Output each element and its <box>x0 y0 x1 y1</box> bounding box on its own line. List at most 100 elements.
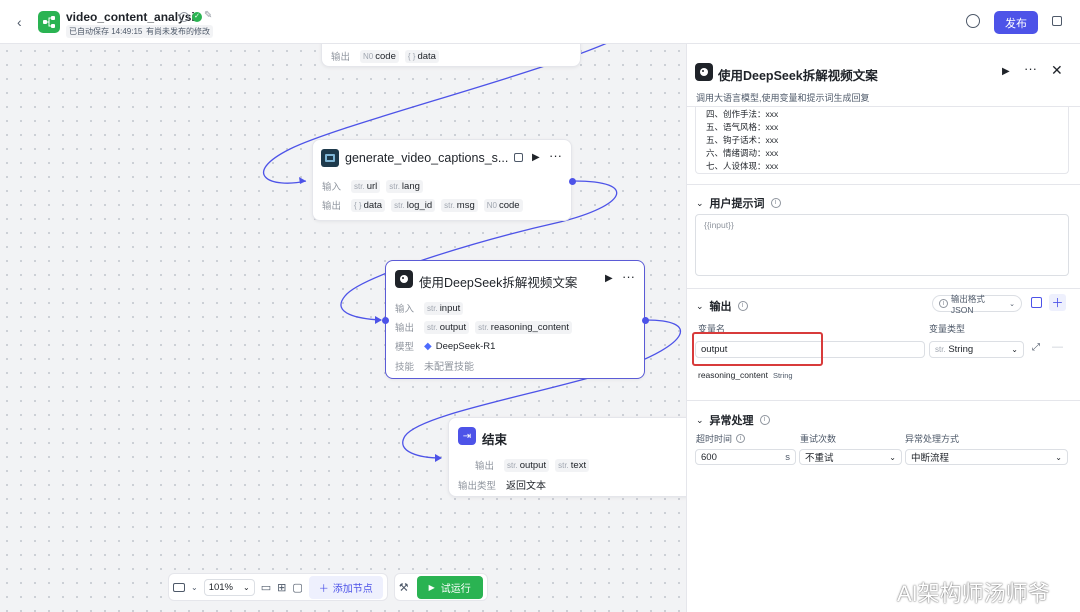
divider <box>687 400 1080 401</box>
more-icon[interactable]: ··· <box>549 148 562 163</box>
run-icon[interactable]: ▶ <box>532 152 540 163</box>
deepseek-icon <box>395 270 413 288</box>
output-label: 输出 <box>331 52 351 63</box>
debug-icon[interactable]: ⚒ <box>399 581 409 594</box>
exception-section-title[interactable]: ⌄ 异常处理 i <box>696 412 770 428</box>
add-node-button[interactable]: ＋添加节点 <box>308 575 383 599</box>
play-icon: ▶ <box>428 582 435 592</box>
node-config-panel: 使用DeepSeek拆解视频文案 ▶ ··· ✕ 调用大语言模型,使用变量和提示… <box>686 44 1080 612</box>
panel-run-icon[interactable]: ▶ <box>1002 66 1010 77</box>
user-prompt-input[interactable]: {{input}} <box>695 214 1069 276</box>
info-icon[interactable]: i <box>737 301 748 311</box>
output-label: 输出 <box>395 323 415 334</box>
output-format-select[interactable]: i 输出格式JSON ⌄ <box>932 294 1022 315</box>
output-port[interactable] <box>642 317 649 324</box>
output-section-title[interactable]: ⌄ 输出 i <box>696 298 748 314</box>
history-icon[interactable] <box>966 14 980 28</box>
var-type-label: 变量类型 <box>929 324 966 334</box>
save-icon[interactable] <box>514 153 523 162</box>
node-title: 结束 <box>482 433 508 447</box>
info-icon[interactable]: i <box>759 415 770 425</box>
plugin-icon <box>321 149 339 167</box>
divider <box>687 288 1080 289</box>
panel-more-icon[interactable]: ··· <box>1024 61 1037 76</box>
section-label: 输出 <box>709 301 732 313</box>
prompt-line: 五、语气风格：xxx <box>706 122 779 132</box>
retry-label: 重试次数 <box>800 434 837 444</box>
output-var: { } data <box>351 198 386 212</box>
section-label: 用户提示词 <box>709 198 765 210</box>
output-label: 输出 <box>475 461 495 472</box>
skill-label: 技能 <box>395 361 415 373</box>
section-label: 异常处理 <box>709 415 754 427</box>
reasoning-type: String <box>772 370 793 380</box>
note-icon[interactable]: ▢ <box>292 581 302 594</box>
unpublished-badge: 有尚未发布的修改 <box>143 25 213 38</box>
model-name: DeepSeek-R1 <box>435 340 496 352</box>
node-title: 使用DeepSeek拆解视频文案 <box>419 276 578 290</box>
output-type-label: 输出类型 <box>458 480 497 492</box>
chevron-down-icon[interactable]: ⌄ <box>191 583 198 592</box>
user-prompt-section-title[interactable]: ⌄ 用户提示词 i <box>696 195 781 211</box>
expand-icon[interactable]: ⤢ <box>1032 342 1040 353</box>
input-var: str. url <box>351 179 381 193</box>
watermark: AI架构师汤师爷 <box>897 581 1050 606</box>
workflow-canvas[interactable]: 输出 N0 code { } data generate_video_caption… <box>0 44 686 612</box>
method-select[interactable]: 中断流程 ⌄ <box>905 449 1068 465</box>
comment-icon[interactable]: ▭ <box>261 581 271 594</box>
zoom-select[interactable]: 101% ⌄ <box>203 578 255 596</box>
input-var: str. lang <box>386 179 423 193</box>
var-type-select[interactable]: str. String ⌄ <box>929 341 1024 358</box>
output-port[interactable] <box>569 178 576 185</box>
publish-button[interactable]: 发布 <box>994 11 1038 34</box>
status-check-icon: ✓ <box>192 12 202 22</box>
prompt-line: 五、钩子话术：xxx <box>706 135 779 145</box>
info-icon[interactable]: i <box>770 198 781 208</box>
panel-deepseek-icon <box>695 63 713 81</box>
node-generate-captions[interactable]: generate_video_captions_s... ▶ ··· 输入 st… <box>312 139 576 221</box>
input-var: str. input <box>424 301 464 315</box>
chevron-down-icon: ⌄ <box>696 197 704 208</box>
node-deepseek[interactable]: 使用DeepSeek拆解视频文案 ▶ ··· 输入 str. input 输出 s… <box>382 260 649 379</box>
highlight-box <box>692 332 823 366</box>
info-icon[interactable]: i <box>736 434 746 443</box>
output-var: N0 code <box>360 49 399 63</box>
autosave-badge: 已自动保存 14:49:15 <box>66 25 146 38</box>
chevron-down-icon: ⌄ <box>696 300 704 311</box>
remove-icon[interactable]: — <box>1052 341 1063 353</box>
output-var: str. text <box>555 458 590 472</box>
edit-icon[interactable]: ✎ <box>204 10 212 21</box>
top-bar: ‹ video_content_analysis ✓ ✎ 已自动保存 14:49… <box>0 0 1080 44</box>
layout-icon[interactable]: ⊞ <box>277 581 286 594</box>
input-port[interactable] <box>382 317 389 324</box>
node-title: generate_video_captions_s... <box>345 151 509 165</box>
reasoning-name: reasoning_content <box>698 370 768 380</box>
method-label: 异常处理方式 <box>905 434 960 444</box>
minimap-icon[interactable] <box>173 582 185 592</box>
output-var: str. output <box>424 320 470 334</box>
run-icon[interactable]: ▶ <box>605 273 613 284</box>
output-var: { } data <box>404 49 439 63</box>
import-icon[interactable] <box>1031 297 1042 308</box>
system-prompt-box[interactable]: 四、创作手法：xxx 五、语气风格：xxx 五、钩子话术：xxx 六、情绪调动：… <box>695 106 1069 174</box>
more-icon[interactable]: ··· <box>622 269 635 284</box>
node-top[interactable]: 输出 N0 code { } data <box>321 44 581 67</box>
add-output-button[interactable]: ＋ <box>1049 294 1066 311</box>
test-run-button[interactable]: ▶ 试运行 <box>416 575 483 599</box>
info-icon: i <box>939 299 948 308</box>
node-end[interactable]: ⇥ 结束 输出 str. output str. text 输出类型 返回文本 <box>448 417 686 497</box>
reasoning-output-row: reasoning_content String <box>698 370 793 380</box>
prompt-line: 四、创作手法：xxx <box>706 109 779 119</box>
panel-title: 使用DeepSeek拆解视频文案 <box>718 69 878 83</box>
close-icon[interactable]: ✕ <box>1051 62 1063 79</box>
back-icon[interactable]: ‹ <box>17 14 22 30</box>
divider <box>687 184 1080 185</box>
timeout-input[interactable]: 600 s <box>695 449 796 465</box>
plus-icon: ＋ <box>318 583 329 595</box>
chevron-down-icon: ⌄ <box>696 414 704 425</box>
copy-icon[interactable] <box>1052 16 1062 26</box>
prompt-line: 六、情绪调动：xxx <box>706 148 779 158</box>
whale-icon: ◆ <box>424 340 432 352</box>
retry-select[interactable]: 不重试 ⌄ <box>799 449 902 465</box>
info-icon[interactable] <box>179 12 189 22</box>
